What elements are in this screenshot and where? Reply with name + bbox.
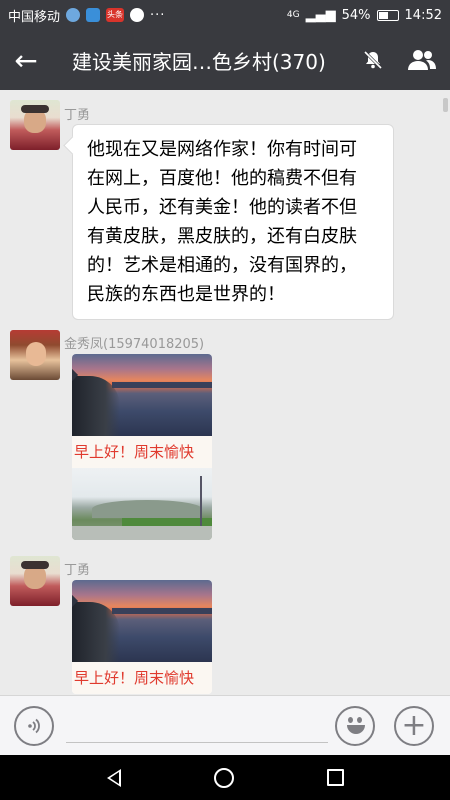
avatar[interactable] — [10, 330, 60, 380]
cloud-icon — [66, 8, 81, 22]
message-line: 民族的东西也是世界的！ — [87, 284, 285, 305]
bell-off-icon — [363, 50, 383, 70]
more-functions-button[interactable]: + — [394, 706, 434, 746]
nav-home-icon[interactable] — [213, 767, 234, 788]
image-message[interactable]: 早上好！周末愉快 — [72, 354, 212, 540]
emoji-button[interactable] — [335, 706, 375, 746]
chat-title: 建设美丽家园…色乡村(370) — [72, 49, 326, 74]
status-right: 4G ▂▄▆ 54% 14:52 — [287, 8, 442, 23]
message-input[interactable] — [66, 742, 328, 743]
nav-recents-icon[interactable] — [326, 769, 344, 786]
group-members-button[interactable] — [394, 30, 450, 90]
system-nav-bar — [0, 755, 450, 800]
mute-button[interactable] — [352, 30, 394, 90]
sender-name: 金秀凤(15974018205) — [64, 337, 205, 352]
message-line: 在网上，百度他！他的稿费不但有 — [87, 168, 357, 189]
battery-fill — [378, 11, 389, 19]
voice-icon — [28, 718, 40, 734]
message-item — [10, 330, 60, 380]
message-line: 人民币，还有美金！他的读者不但 — [87, 197, 357, 218]
back-arrow-icon: ← — [14, 43, 38, 77]
message-line: 有黄皮肤，黑皮肤的，还有白皮肤 — [87, 226, 357, 247]
sunset-photo — [72, 354, 212, 436]
battery-percent: 54% — [341, 7, 371, 23]
avatar[interactable] — [10, 556, 60, 606]
news-app-icon: 头条 — [106, 8, 125, 22]
paper-plane-icon — [86, 8, 101, 22]
message-item — [10, 100, 60, 150]
image-caption: 早上好！周末愉快 — [72, 436, 212, 468]
back-button[interactable]: ← — [0, 30, 52, 90]
signal-icon: ▂▄▆ — [305, 7, 336, 23]
text-message-bubble[interactable]: 他现在又是网络作家！你有时间可 在网上，百度他！他的稿费不但有 人民币，还有美金… — [72, 124, 394, 320]
scrollbar[interactable] — [443, 98, 448, 112]
voice-button[interactable] — [14, 706, 54, 746]
network-type: 4G — [286, 10, 300, 20]
input-bar: + — [0, 695, 450, 755]
chat-header: ← 建设美丽家园…色乡村(370) — [0, 30, 450, 90]
sender-name: 丁勇 — [64, 563, 91, 578]
image-message[interactable]: 早上好！周末愉快 — [72, 580, 212, 694]
emoji-icon — [337, 706, 373, 746]
avatar[interactable] — [10, 100, 60, 150]
message-item — [10, 556, 60, 606]
park-photo — [72, 468, 212, 540]
status-bar: 中国移动 头条 ··· 4G ▂▄▆ 54% 14:52 — [0, 0, 450, 30]
battery-icon — [376, 9, 399, 21]
plus-icon: + — [401, 708, 427, 743]
more-notifications-icon: ··· — [150, 7, 166, 23]
message-line: 他现在又是网络作家！你有时间可 — [87, 139, 357, 160]
image-caption: 早上好！周末愉快 — [72, 662, 212, 694]
chat-message-list[interactable]: 丁勇 他现在又是网络作家！你有时间可 在网上，百度他！他的稿费不但有 人民币，还… — [0, 90, 450, 695]
sender-name: 丁勇 — [64, 108, 91, 123]
clock: 14:52 — [404, 7, 442, 23]
carrier-name: 中国移动 — [8, 9, 61, 25]
nav-back-icon[interactable] — [106, 768, 121, 787]
status-left: 中国移动 头条 ··· — [8, 6, 165, 25]
group-members-icon — [408, 50, 436, 70]
q-app-icon — [130, 8, 145, 22]
sunset-photo — [72, 580, 212, 662]
message-line: 的！艺术是相通的，没有国界的， — [87, 255, 357, 276]
